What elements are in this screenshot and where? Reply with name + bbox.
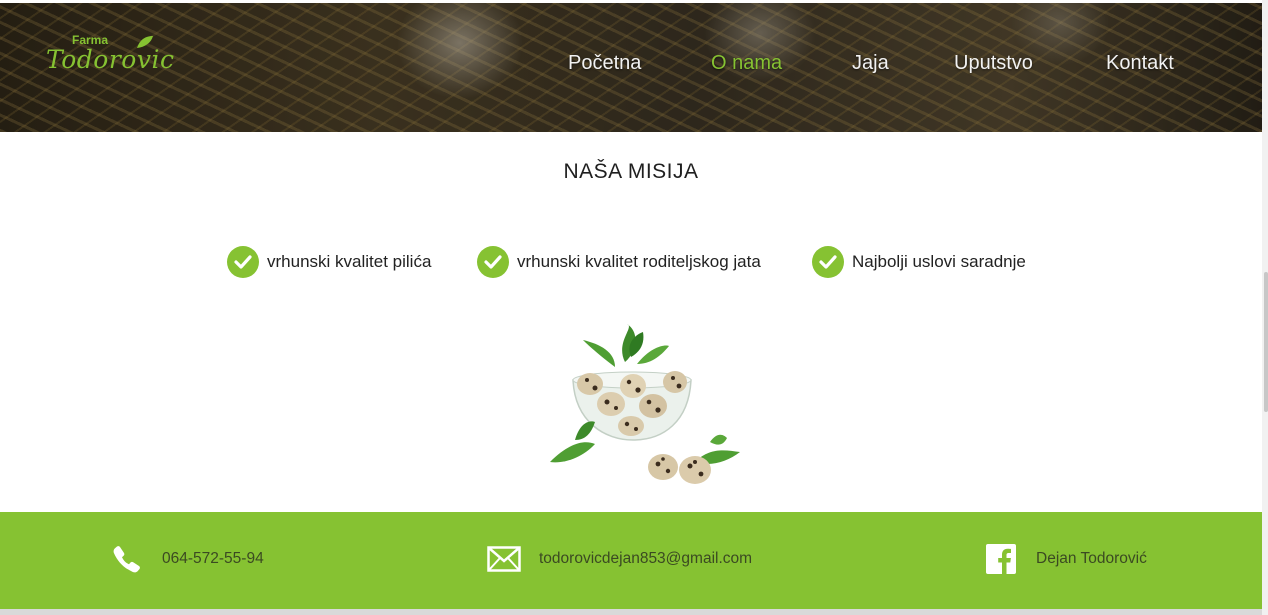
nav-pocetna[interactable]: Početna (568, 52, 641, 75)
check-circle-icon (477, 246, 509, 278)
envelope-icon (487, 542, 521, 576)
scrollbar-thumb[interactable] (1264, 272, 1268, 412)
footer: 064-572-55-94 todorovicdejan853@gmail.co… (0, 512, 1262, 609)
footer-email[interactable]: todorovicdejan853@gmail.com (487, 542, 752, 576)
facebook-name: Dejan Todorović (1036, 550, 1147, 567)
check-circle-icon (812, 246, 844, 278)
mission-title: NAŠA MISIJA (563, 160, 699, 183)
logo[interactable]: Farma Todorovic (44, 33, 174, 77)
phone-number: 064-572-55-94 (162, 550, 264, 567)
feature-label: vrhunski kvalitet pilića (267, 252, 432, 271)
nav-kontakt[interactable]: Kontakt (1106, 52, 1174, 75)
quail-eggs-bowl-image (550, 324, 740, 484)
scrollbar[interactable] (1262, 0, 1268, 615)
feature-label: Najbolji uslovi saradnje (852, 252, 1026, 271)
feature-item: Najbolji uslovi saradnje (812, 245, 1026, 279)
footer-facebook[interactable]: Dejan Todorović (984, 542, 1147, 576)
email-address: todorovicdejan853@gmail.com (539, 550, 753, 567)
header-banner: Farma Todorovic Početna O nama Jaja Uput… (0, 3, 1262, 132)
logo-big-text: Todorovic (46, 45, 175, 74)
footer-phone[interactable]: 064-572-55-94 (110, 542, 264, 576)
nav-jaja[interactable]: Jaja (852, 52, 889, 75)
facebook-icon (984, 542, 1018, 576)
check-circle-icon (227, 246, 259, 278)
browser-bottom-strip (0, 609, 1262, 615)
feature-item: vrhunski kvalitet roditeljskog jata (477, 245, 761, 279)
nav-uputstvo[interactable]: Uputstvo (954, 52, 1033, 75)
feature-item: vrhunski kvalitet pilića (227, 245, 431, 279)
nav-o-nama[interactable]: O nama (711, 52, 782, 75)
phone-icon (110, 542, 144, 576)
feature-label: vrhunski kvalitet roditeljskog jata (517, 252, 761, 271)
